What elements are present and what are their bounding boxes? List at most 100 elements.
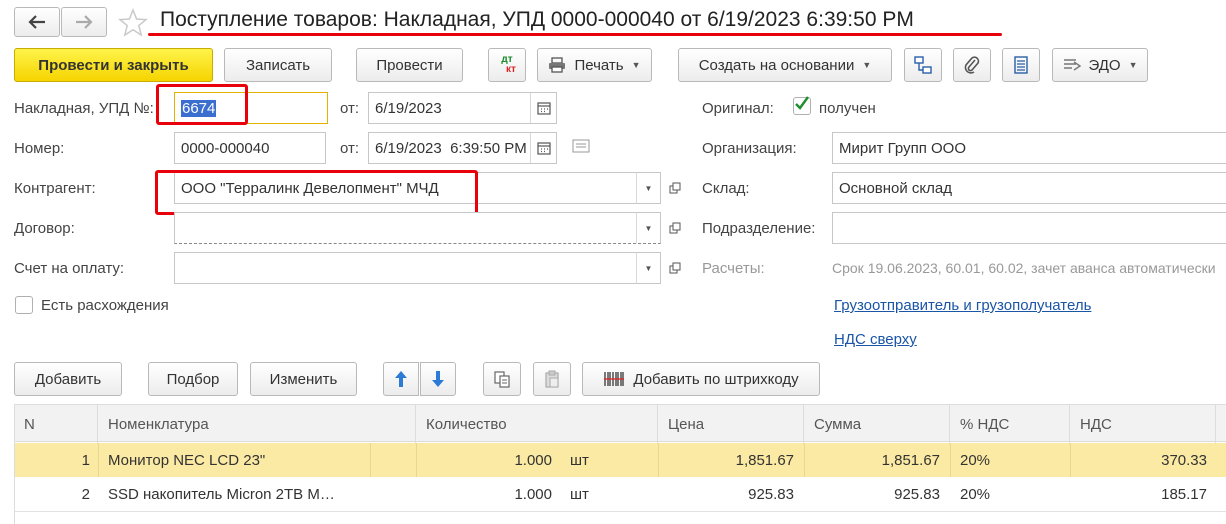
- print-label: Печать: [574, 56, 624, 74]
- row-price[interactable]: 925.83: [658, 477, 794, 511]
- column-header-price[interactable]: Цена: [658, 405, 804, 443]
- copy-row-button[interactable]: [483, 362, 521, 396]
- payment-invoice-open-button[interactable]: [663, 252, 687, 284]
- row-unit[interactable]: шт: [570, 443, 650, 477]
- table-row[interactable]: 2 SSD накопитель Micron 2TB M… 1.000 шт …: [14, 477, 1226, 511]
- table-left-border: [14, 404, 15, 524]
- shipper-consignee-link[interactable]: Грузоотправитель и грузополучатель: [834, 297, 1091, 314]
- open-form-icon: [669, 182, 681, 194]
- column-header-nomenclature[interactable]: Номенклатура: [98, 405, 416, 443]
- list-button[interactable]: [1002, 48, 1040, 82]
- invoice-number-annotation: [156, 84, 248, 125]
- back-button[interactable]: [14, 7, 60, 37]
- comment-icon[interactable]: [572, 139, 590, 157]
- discrepancy-checkbox[interactable]: [15, 296, 33, 314]
- edo-icon: [1064, 59, 1082, 71]
- payment-invoice-input[interactable]: ▼: [174, 252, 661, 284]
- forward-button[interactable]: [61, 7, 107, 37]
- calendar-icon[interactable]: [530, 133, 556, 163]
- column-header-n[interactable]: N: [14, 405, 98, 443]
- organization-label: Организация:: [702, 140, 797, 157]
- row-quantity[interactable]: 1.000: [416, 477, 552, 511]
- edo-label: ЭДО: [1088, 56, 1121, 74]
- calendar-icon[interactable]: [530, 93, 556, 123]
- edit-row-button[interactable]: Изменить: [250, 362, 357, 396]
- invoice-date-input[interactable]: 6/19/2023: [368, 92, 557, 124]
- number-datetime-input[interactable]: 6/19/2023 6:39:50 PM: [368, 132, 557, 164]
- settlements-value[interactable]: Срок 19.06.2023, 60.01, 60.02, зачет ава…: [832, 260, 1226, 276]
- row-vat[interactable]: 185.17: [1070, 477, 1207, 511]
- arrow-up-icon: [395, 371, 407, 387]
- table-header: N Номенклатура Количество Цена Сумма % Н…: [14, 404, 1226, 443]
- original-checkbox[interactable]: [793, 96, 811, 115]
- checkmark-icon: [795, 96, 809, 110]
- department-input[interactable]: [832, 212, 1226, 244]
- arrow-right-icon: [76, 15, 93, 29]
- organization-value: Мирит Групп ООО: [839, 139, 967, 157]
- post-button[interactable]: Провести: [356, 48, 463, 82]
- chevron-down-icon[interactable]: ▼: [636, 213, 660, 243]
- discrepancy-label: Есть расхождения: [41, 297, 169, 314]
- contract-input[interactable]: ▼: [174, 212, 661, 244]
- list-icon: [1014, 56, 1028, 74]
- printer-icon: [549, 57, 566, 73]
- row-nomenclature[interactable]: Монитор NEC LCD 23": [108, 443, 370, 477]
- open-form-icon: [669, 222, 681, 234]
- number-value: 0000-000040: [181, 139, 270, 157]
- create-based-label: Создать на основании: [698, 56, 855, 74]
- row-price[interactable]: 1,851.67: [658, 443, 794, 477]
- row-nomenclature[interactable]: SSD накопитель Micron 2TB M…: [108, 477, 370, 511]
- structure-button[interactable]: [904, 48, 942, 82]
- organization-input[interactable]: Мирит Групп ООО: [832, 132, 1226, 164]
- move-up-button[interactable]: [383, 362, 419, 396]
- row-quantity[interactable]: 1.000: [416, 443, 552, 477]
- move-down-button[interactable]: [420, 362, 456, 396]
- row-unit[interactable]: шт: [570, 477, 650, 511]
- warehouse-value: Основной склад: [839, 179, 953, 197]
- row-number: 2: [81, 485, 90, 503]
- favorite-star-icon[interactable]: [118, 7, 148, 38]
- chevron-down-icon: ▼: [1128, 60, 1138, 70]
- add-by-barcode-label: Добавить по штрихкоду: [633, 370, 799, 388]
- settlements-label: Расчеты:: [702, 260, 765, 277]
- chevron-down-icon[interactable]: ▼: [636, 253, 660, 283]
- print-button[interactable]: Печать ▼: [537, 48, 652, 82]
- invoice-date-value: 6/19/2023: [375, 99, 442, 117]
- edo-button[interactable]: ЭДО ▼: [1052, 48, 1148, 82]
- column-header-vat-rate[interactable]: % НДС: [950, 405, 1070, 443]
- number-input[interactable]: 0000-000040: [174, 132, 326, 164]
- dt-kt-icon: дт кт: [501, 54, 516, 75]
- row-sum[interactable]: 1,851.67: [804, 443, 940, 477]
- contract-open-button[interactable]: [663, 212, 687, 244]
- paste-row-button[interactable]: [533, 362, 571, 396]
- row-sum[interactable]: 925.83: [804, 477, 940, 511]
- add-by-barcode-button[interactable]: Добавить по штрихкоду: [582, 362, 820, 396]
- dt-kt-button[interactable]: дт кт: [488, 48, 526, 82]
- table-row[interactable]: 1 Монитор NEC LCD 23" 1.000 шт 1,851.67 …: [14, 443, 1226, 477]
- original-value: получен: [819, 100, 876, 117]
- page-title: Поступление товаров: Накладная, УПД 0000…: [160, 8, 914, 31]
- warehouse-input[interactable]: Основной склад: [832, 172, 1226, 204]
- row-vat[interactable]: 370.33: [1070, 443, 1207, 477]
- number-date-label: от:: [340, 140, 360, 157]
- chevron-down-icon[interactable]: ▼: [636, 173, 660, 203]
- create-based-on-button[interactable]: Создать на основании ▼: [678, 48, 892, 82]
- table-bottom-border: [14, 511, 1226, 512]
- attach-button[interactable]: [953, 48, 991, 82]
- save-button[interactable]: Записать: [224, 48, 332, 82]
- column-header-vat[interactable]: НДС: [1070, 405, 1216, 443]
- row-vat-rate[interactable]: 20%: [960, 443, 1060, 477]
- invoice-number-label: Накладная, УПД №:: [14, 100, 154, 117]
- invoice-date-label: от:: [340, 100, 360, 117]
- post-and-close-button[interactable]: Провести и закрыть: [14, 48, 213, 82]
- payment-invoice-label: Счет на оплату:: [14, 260, 125, 277]
- column-header-quantity[interactable]: Количество: [416, 405, 658, 443]
- copy-icon: [494, 371, 510, 388]
- row-vat-rate[interactable]: 20%: [960, 477, 1060, 511]
- add-row-button[interactable]: Добавить: [14, 362, 122, 396]
- counterparty-open-button[interactable]: [663, 172, 687, 204]
- vat-on-top-link[interactable]: НДС сверху: [834, 331, 917, 348]
- number-label: Номер:: [14, 140, 65, 157]
- column-header-sum[interactable]: Сумма: [804, 405, 950, 443]
- pick-button[interactable]: Подбор: [148, 362, 238, 396]
